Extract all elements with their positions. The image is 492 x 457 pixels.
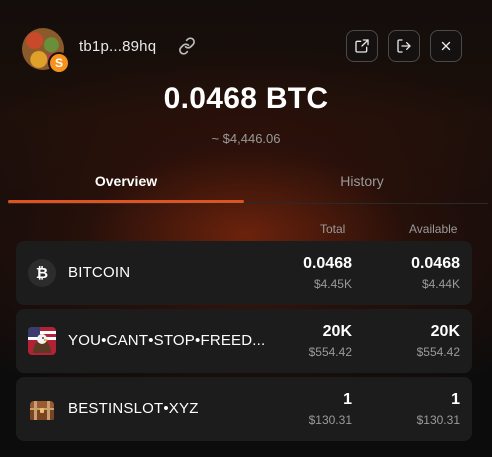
logout-icon (397, 39, 411, 53)
token-available-usd: $130.31 (416, 413, 460, 427)
bitcoin-icon: ₿ (28, 259, 56, 287)
token-name: BITCOIN (68, 264, 131, 281)
token-total-usd: $4.45K (313, 277, 352, 291)
column-header-total: Total (320, 222, 346, 236)
tab-overview[interactable]: Overview (8, 164, 244, 202)
token-total: 1 (343, 391, 352, 408)
token-total: 20K (322, 323, 352, 340)
avatar-badge: S (50, 54, 68, 72)
close-icon (441, 41, 451, 51)
token-available: 20K (430, 323, 460, 340)
btc-balance: 0.0468 BTC (163, 82, 329, 115)
token-available: 1 (451, 391, 460, 408)
token-name: BESTINSLOT•XYZ (68, 400, 199, 417)
token-row-bitcoin[interactable]: ₿ BITCOIN 0.0468 $4.45K 0.0468 $4.44K (16, 241, 472, 305)
eagle-flag-icon (28, 327, 56, 355)
treasure-chest-icon (30, 401, 54, 420)
external-link-icon (355, 39, 369, 53)
token-total-usd: $554.42 (308, 345, 352, 359)
logout-button[interactable] (388, 30, 420, 62)
token-total: 0.0468 (303, 255, 352, 272)
token-row-you-cant-stop[interactable]: YOU•CANT•STOP•FREED... 20K $554.42 20K $… (16, 309, 472, 373)
close-button[interactable] (430, 30, 462, 62)
open-external-button[interactable] (346, 30, 378, 62)
tab-divider (8, 203, 488, 204)
wallet-address[interactable]: tb1p...89hq (79, 38, 156, 55)
token-total-usd: $130.31 (308, 413, 352, 427)
account-header: S tb1p...89hq (22, 26, 464, 72)
token-available-usd: $4.44K (421, 277, 460, 291)
usd-balance: ~ $4,446.06 (211, 131, 281, 146)
token-available: 0.0468 (411, 255, 460, 272)
token-available-usd: $554.42 (416, 345, 460, 359)
column-header-available: Available (409, 222, 458, 236)
tab-bar: Overview History (8, 164, 488, 204)
wallet-panel: S tb1p...89hq 0.0468 BTC ~ $4,446.06 Ove… (0, 0, 492, 457)
token-row-bestinslot[interactable]: BESTINSLOT•XYZ 1 $130.31 1 $130.31 (16, 377, 472, 441)
tab-history[interactable]: History (244, 164, 480, 202)
copy-link-icon[interactable] (178, 37, 196, 55)
token-name: YOU•CANT•STOP•FREED... (68, 332, 266, 349)
